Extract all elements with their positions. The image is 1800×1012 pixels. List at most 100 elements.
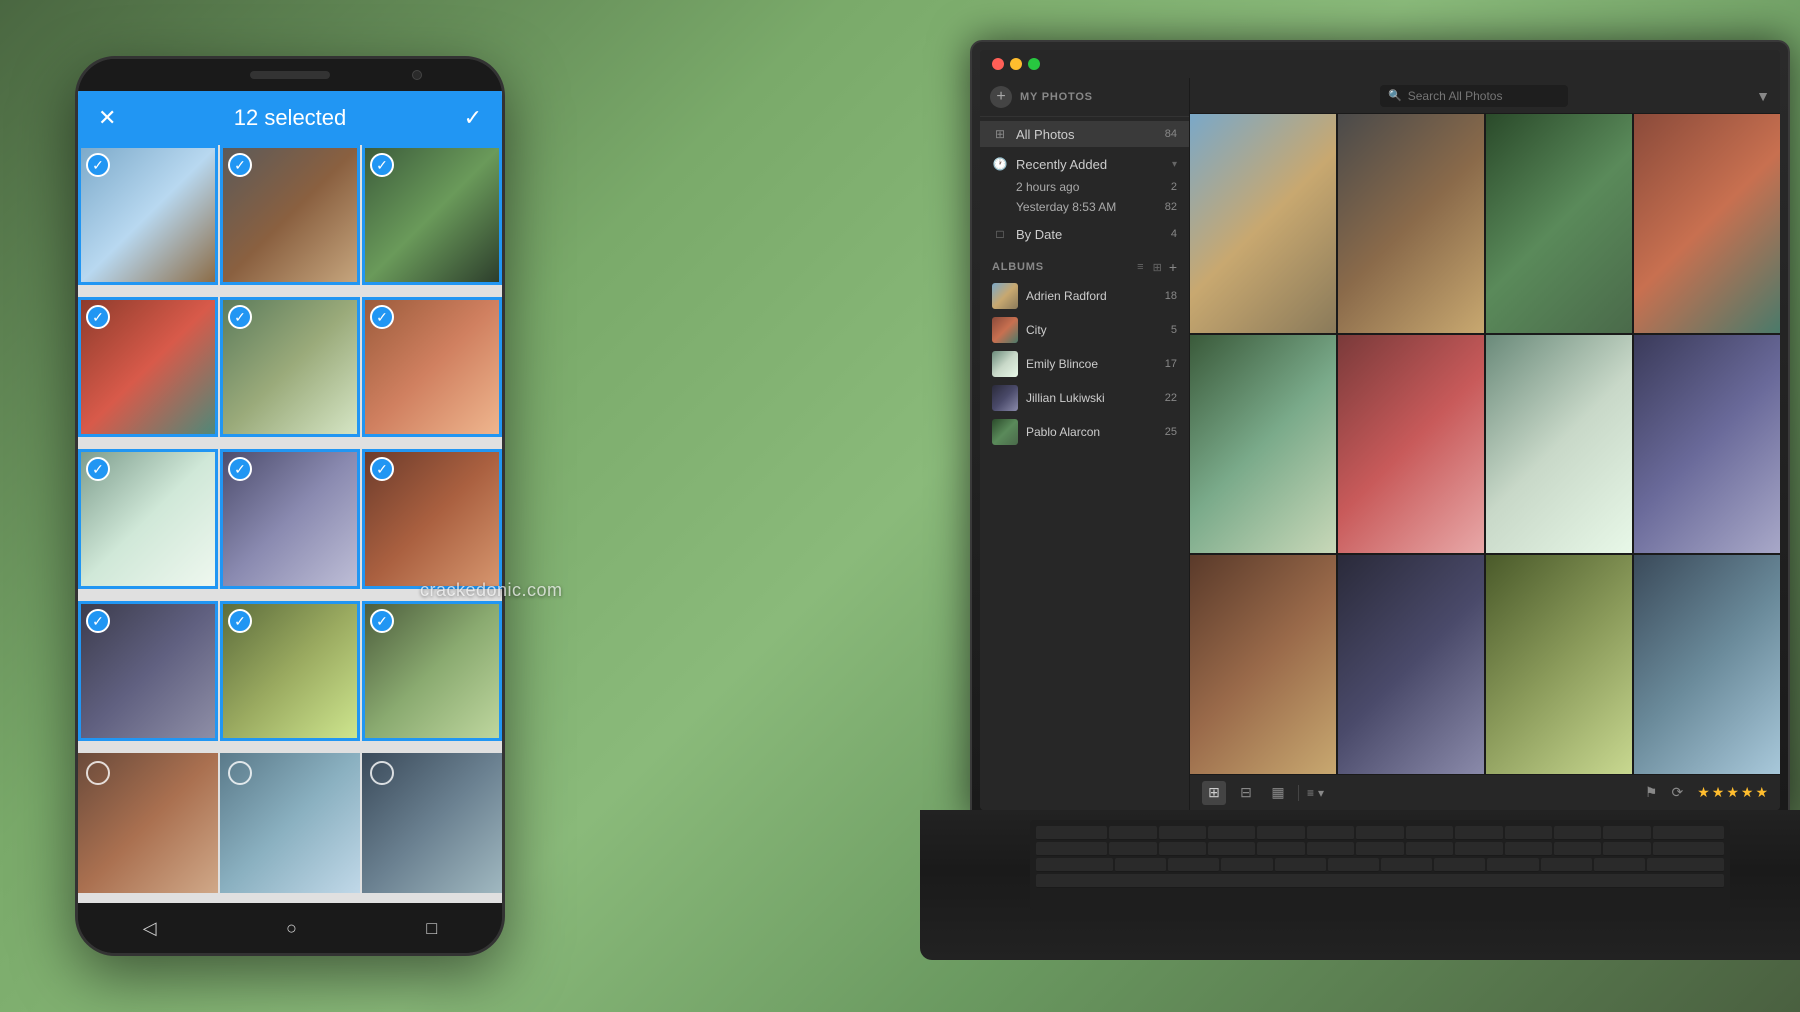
key — [1554, 826, 1601, 840]
phone-screen: ✕ 12 selected ✓ ✓ ✓ — [78, 91, 502, 903]
close-icon[interactable]: ✕ — [98, 105, 116, 131]
album-count-pablo: 25 — [1165, 426, 1177, 438]
flag-icon[interactable]: ⚑ — [1645, 784, 1658, 801]
album-count-emily: 17 — [1165, 358, 1177, 370]
check-icon: ✓ — [370, 457, 394, 481]
check-icon: ✓ — [86, 609, 110, 633]
add-collection-button[interactable]: + — [990, 86, 1012, 108]
key — [1554, 842, 1601, 856]
key — [1168, 858, 1219, 872]
key-delete — [1653, 826, 1724, 840]
home-button[interactable]: ○ — [286, 918, 297, 939]
list-item[interactable]: ✓ — [220, 601, 360, 741]
table-row[interactable] — [1338, 114, 1484, 333]
album-name-city: City — [1026, 323, 1163, 337]
list-item[interactable]: ✓ — [362, 449, 502, 589]
confirm-icon[interactable]: ✓ — [464, 105, 482, 131]
search-input[interactable] — [1408, 89, 1560, 103]
phone-bottom-nav: ◁ ○ □ — [78, 903, 502, 953]
key-spacebar — [1036, 874, 1724, 888]
add-album-button[interactable]: + — [1169, 259, 1177, 275]
sidebar-item-by-date[interactable]: □ By Date 4 — [980, 221, 1189, 247]
view-small-button[interactable]: ▦ — [1266, 781, 1290, 805]
sort-button[interactable]: ≡ ▾ — [1307, 786, 1324, 800]
filter-button[interactable]: ▼ — [1756, 88, 1770, 104]
sidebar-item-2-hours-ago[interactable]: 2 hours ago 2 — [1016, 177, 1189, 197]
sidebar-item-recently-added[interactable]: 🕐 Recently Added ▾ — [980, 151, 1189, 177]
table-row[interactable] — [1634, 555, 1780, 774]
key — [1594, 858, 1645, 872]
table-row[interactable] — [1486, 114, 1632, 333]
list-item[interactable]: ✓ — [220, 449, 360, 589]
by-date-count: 4 — [1171, 228, 1177, 240]
sidebar-item-yesterday[interactable]: Yesterday 8:53 AM 82 — [1016, 197, 1189, 217]
table-row[interactable] — [1338, 335, 1484, 554]
key-row-4 — [1036, 874, 1724, 888]
view-medium-button[interactable]: ⊟ — [1234, 781, 1258, 805]
calendar-icon: □ — [992, 226, 1008, 242]
yesterday-label: Yesterday 8:53 AM — [1016, 200, 1157, 214]
list-item[interactable]: ✓ — [78, 449, 218, 589]
phone-camera — [412, 70, 422, 80]
search-icon: 🔍 — [1388, 89, 1402, 102]
close-window-button[interactable] — [992, 58, 1004, 70]
list-item[interactable] — [220, 753, 360, 893]
list-item[interactable] — [362, 753, 502, 893]
table-row[interactable] — [1634, 335, 1780, 554]
list-item[interactable]: ✓ — [78, 297, 218, 437]
toolbar-separator — [1298, 785, 1299, 801]
star-2: ★ — [1712, 784, 1725, 801]
maximize-window-button[interactable] — [1028, 58, 1040, 70]
main-content: 🔍 ▼ — [1190, 78, 1780, 810]
album-thumbnail — [992, 419, 1018, 445]
key — [1328, 858, 1379, 872]
key-row-2 — [1036, 842, 1724, 856]
table-row[interactable] — [1338, 555, 1484, 774]
key — [1487, 858, 1538, 872]
sidebar-item-album-emily[interactable]: Emily Blincoe 17 — [980, 347, 1189, 381]
list-item[interactable] — [78, 753, 218, 893]
key-tab — [1036, 842, 1107, 856]
rotate-icon[interactable]: ⟳ — [1671, 784, 1683, 801]
list-item[interactable]: ✓ — [220, 145, 360, 285]
album-thumbnail — [992, 317, 1018, 343]
album-thumb-jillian — [992, 385, 1018, 411]
key — [1257, 842, 1304, 856]
table-row[interactable] — [1486, 555, 1632, 774]
sidebar-item-album-city[interactable]: City 5 — [980, 313, 1189, 347]
sidebar-item-album-pablo[interactable]: Pablo Alarcon 25 — [980, 415, 1189, 449]
key — [1505, 842, 1552, 856]
key — [1257, 826, 1304, 840]
table-row[interactable] — [1486, 335, 1632, 554]
recents-button[interactable]: □ — [426, 918, 437, 939]
list-view-button[interactable]: ≡ — [1134, 260, 1146, 275]
list-item[interactable]: ✓ — [362, 145, 502, 285]
table-row[interactable] — [1190, 114, 1336, 333]
star-rating[interactable]: ★ ★ ★ ★ ★ — [1697, 784, 1768, 801]
list-item[interactable]: ✓ — [220, 297, 360, 437]
album-count-adrien: 18 — [1165, 290, 1177, 302]
back-button[interactable]: ◁ — [143, 918, 157, 939]
check-icon: ✓ — [370, 609, 394, 633]
photo-toolbar: ⊞ ⊟ ▦ ≡ ▾ ⚑ ⟳ ★ ★ — [1190, 774, 1780, 810]
list-item[interactable]: ✓ — [78, 601, 218, 741]
table-row[interactable] — [1634, 114, 1780, 333]
key — [1406, 826, 1453, 840]
key — [1307, 826, 1354, 840]
key — [1434, 858, 1485, 872]
chevron-down-icon: ▾ — [1172, 159, 1177, 170]
all-photos-label: All Photos — [1016, 127, 1157, 142]
minimize-window-button[interactable] — [1010, 58, 1022, 70]
sidebar-item-all-photos[interactable]: ⊞ All Photos 84 — [980, 121, 1189, 147]
key-return — [1653, 842, 1724, 856]
view-large-button[interactable]: ⊞ — [1202, 781, 1226, 805]
sidebar-item-album-adrien[interactable]: Adrien Radford 18 — [980, 279, 1189, 313]
sidebar-item-album-jillian[interactable]: Jillian Lukiwski 22 — [980, 381, 1189, 415]
list-item[interactable]: ✓ — [362, 601, 502, 741]
grid-view-button[interactable]: ⊞ — [1150, 260, 1165, 275]
check-empty-icon — [370, 761, 394, 785]
table-row[interactable] — [1190, 335, 1336, 554]
list-item[interactable]: ✓ — [78, 145, 218, 285]
table-row[interactable] — [1190, 555, 1336, 774]
list-item[interactable]: ✓ — [362, 297, 502, 437]
